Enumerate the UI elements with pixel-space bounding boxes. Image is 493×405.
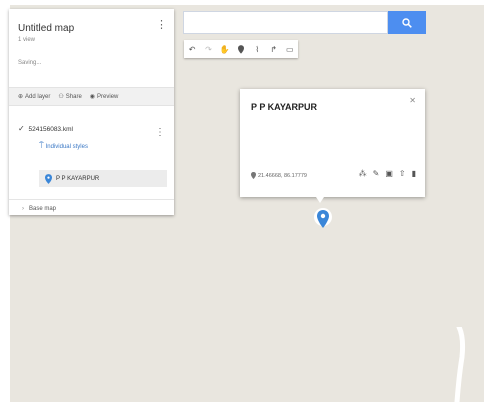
eye-icon: ◉ [89, 94, 96, 100]
search-input[interactable] [183, 11, 388, 34]
camera-icon[interactable]: ▣ [385, 169, 393, 178]
coordinate-pin-icon [251, 172, 256, 179]
style-icon[interactable]: ⁂ [359, 169, 367, 178]
individual-styles-link[interactable]: ⍑ Individual styles [39, 141, 88, 151]
edit-icon[interactable]: ✎ [373, 169, 380, 178]
layer-checkbox[interactable]: ✓ [18, 124, 25, 133]
close-icon[interactable]: ✕ [409, 96, 416, 105]
share-button[interactable]: ⚇ Share [58, 93, 82, 101]
add-layer-label: Add layer [25, 93, 51, 100]
search-button[interactable] [388, 11, 426, 34]
map-title[interactable]: Untitled map [18, 23, 74, 34]
coordinates-text: 21.46668, 86.17779 [258, 172, 307, 179]
info-card: P P KAYARPUR ✕ 21.46668, 86.17779 ⁂ ✎ ▣ … [240, 89, 425, 197]
card-coordinates: 21.46668, 86.17779 [251, 172, 307, 179]
add-layer-button[interactable]: ⊕ Add layer [18, 93, 51, 101]
placemark-item[interactable]: P P KAYARPUR [39, 170, 167, 187]
layer-name: 524156083.kml [28, 126, 73, 133]
hand-icon[interactable]: ✋ [219, 42, 231, 56]
base-map-label: Base map [29, 206, 57, 212]
save-status: Saving... [18, 60, 42, 66]
marker-icon[interactable] [235, 42, 247, 56]
base-map-toggle[interactable]: › Base map [9, 199, 174, 212]
map-panel: Untitled map 1 view Saving... ⋮ ⊕ Add la… [9, 9, 174, 215]
preview-label: Preview [97, 93, 119, 100]
layer-item[interactable]: ✓ 524156083.kml [18, 124, 73, 133]
map-pin-icon[interactable] [314, 208, 332, 234]
paint-roller-icon: ⍑ [39, 141, 44, 150]
add-person-icon: ⚇ [58, 94, 64, 100]
map-toolbar: ↶ ↷ ✋ ⌇ ↱ ▭ [184, 40, 298, 58]
road-line [454, 327, 466, 402]
card-title: P P KAYARPUR [251, 102, 318, 112]
ruler-icon[interactable]: ▭ [284, 42, 296, 56]
preview-button[interactable]: ◉ Preview [89, 93, 119, 101]
placemark-label: P P KAYARPUR [56, 175, 100, 182]
search-icon [402, 17, 412, 28]
delete-icon[interactable]: ▮ [412, 169, 416, 178]
add-layer-icon: ⊕ [18, 94, 24, 100]
placemark-pin-icon [45, 173, 52, 184]
undo-icon[interactable]: ↶ [186, 42, 198, 56]
directions-icon[interactable]: ⇧ [399, 169, 406, 178]
chevron-right-icon: › [22, 206, 24, 212]
share-label: Share [65, 93, 82, 100]
panel-actions: ⊕ Add layer ⚇ Share ◉ Preview [9, 87, 174, 106]
individual-styles-label: Individual styles [45, 144, 88, 150]
card-pointer [312, 191, 328, 203]
draw-line-icon[interactable]: ⌇ [251, 42, 263, 56]
layer-options-icon[interactable]: ⋮ [155, 127, 165, 138]
card-actions: ⁂ ✎ ▣ ⇧ ▮ [359, 169, 416, 178]
redo-icon[interactable]: ↷ [202, 42, 214, 56]
more-options-icon[interactable]: ⋮ [156, 20, 167, 31]
view-count: 1 view [18, 37, 36, 43]
directions-icon[interactable]: ↱ [268, 42, 280, 56]
